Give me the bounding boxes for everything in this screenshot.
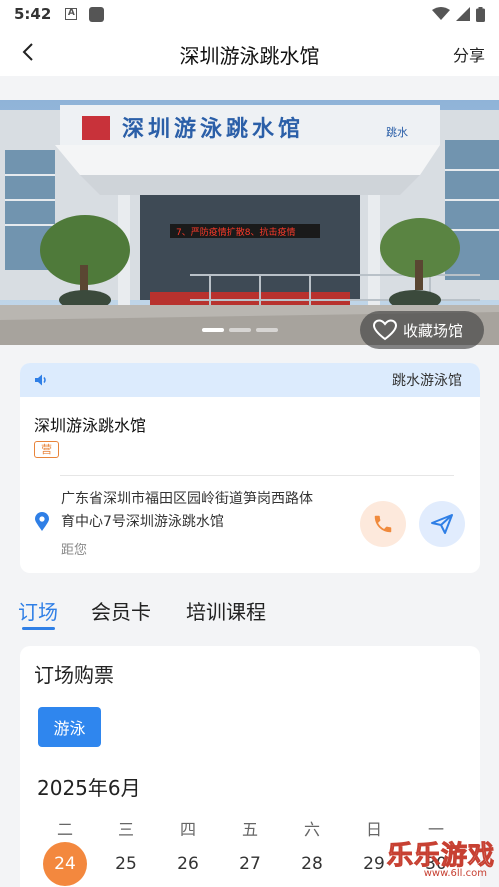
signal-icon	[456, 7, 470, 21]
status-time: 5:42	[14, 5, 52, 23]
carousel-dot-2	[229, 328, 251, 332]
content-tabs: 订场 会员卡 培训课程	[0, 594, 499, 634]
app-notification-icon	[89, 6, 105, 22]
location-pin-icon	[35, 512, 49, 531]
building-sign-suffix: 跳水	[386, 125, 408, 139]
phone-icon	[374, 515, 392, 533]
calendar-day[interactable]: 28	[290, 842, 334, 886]
tab-membership-card[interactable]: 会员卡	[91, 596, 151, 625]
weekday-label: 三	[117, 820, 134, 839]
active-tab-indicator	[22, 627, 55, 630]
weekday-label: 六	[303, 820, 320, 839]
battery-icon	[476, 6, 485, 22]
divider	[60, 475, 454, 476]
navigation-bar: 深圳游泳跳水馆 分享	[0, 28, 499, 76]
distance-label: 距您	[61, 543, 88, 558]
watermark-url: www.6ll.com	[423, 868, 487, 879]
page-title: 深圳游泳跳水馆	[179, 44, 320, 68]
calendar-day[interactable]: 27	[228, 842, 272, 886]
tab-booking[interactable]: 订场	[18, 596, 58, 625]
call-button[interactable]	[360, 501, 406, 547]
building-sign-text: 深圳游泳跳水馆	[122, 116, 304, 142]
weekday-label: 五	[241, 820, 258, 839]
heart-icon	[373, 319, 397, 341]
calendar-day[interactable]: 25	[104, 842, 148, 886]
venue-address[interactable]: 广东省深圳市福田区园岭街道笋岗西路体育中心7号深圳游泳跳水馆	[61, 488, 326, 534]
favorite-label: 收藏场馆	[403, 321, 464, 340]
favorite-venue-button[interactable]: 收藏场馆	[360, 311, 484, 349]
carousel-dot-3	[256, 328, 278, 332]
venue-info-card: 跳水游泳馆 深圳游泳跳水馆 营 广东省深圳市福田区园岭街道笋岗西路体育中心7号深…	[20, 363, 480, 573]
venue-status-tag: 营	[34, 441, 59, 458]
font-notification-icon: A	[65, 8, 78, 20]
wifi-icon	[432, 7, 450, 20]
share-button[interactable]: 分享	[453, 42, 485, 66]
status-bar: 5:42 A	[0, 0, 499, 28]
send-navigation-icon	[431, 514, 453, 534]
calendar-day[interactable]: 26	[166, 842, 210, 886]
calendar-day-selected[interactable]: 24	[43, 842, 87, 886]
venue-name: 深圳游泳跳水馆	[34, 416, 147, 435]
carousel-dot-1	[202, 328, 224, 332]
notice-text: 跳水游泳馆	[392, 373, 462, 389]
weekday-label: 四	[179, 820, 196, 839]
booking-title: 订场购票	[34, 663, 114, 687]
navigate-button[interactable]	[419, 501, 465, 547]
watermark: 乐乐游戏 www.6ll.com	[379, 835, 499, 887]
led-banner-text: 7、严防疫情扩散8、抗击疫情	[176, 226, 295, 238]
speaker-icon	[35, 374, 46, 386]
sport-swimming-button[interactable]: 游泳	[38, 707, 101, 747]
notice-bar[interactable]: 跳水游泳馆	[20, 363, 480, 397]
watermark-text: 乐乐游戏	[386, 841, 495, 872]
carousel-indicator	[202, 328, 278, 332]
venue-photo-carousel[interactable]: 深圳游泳跳水馆 跳水 7、严防疫情扩散8、抗击疫情	[0, 100, 499, 345]
weekday-label: 二	[56, 820, 73, 839]
tab-training-courses[interactable]: 培训课程	[186, 596, 266, 625]
calendar-month: 2025年6月	[37, 776, 141, 800]
venue-photo: 深圳游泳跳水馆 跳水 7、严防疫情扩散8、抗击疫情	[0, 100, 499, 345]
